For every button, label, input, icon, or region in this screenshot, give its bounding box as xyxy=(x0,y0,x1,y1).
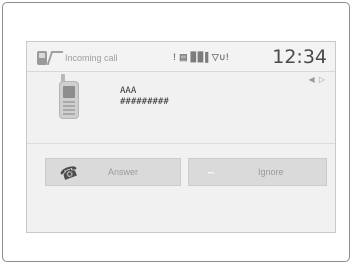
status-indicators: ! ▤ ▊▊▌▽∪! xyxy=(173,52,230,62)
phone-screen-shape xyxy=(63,86,75,98)
signal-wave-icon xyxy=(46,51,64,65)
corner-indicator-icon: ◀ ▷ xyxy=(308,75,326,84)
ignore-label: Ignore xyxy=(258,167,284,177)
answer-phone-icon: ☎ xyxy=(57,161,82,185)
phone-status-icon xyxy=(37,51,47,65)
display-bezel: Incoming call ! ▤ ▊▊▌▽∪! 12:34 ◀ ▷ AAA #… xyxy=(2,2,350,262)
status-bar: Incoming call ! ▤ ▊▊▌▽∪! 12:34 xyxy=(27,42,335,72)
incoming-call-screen: Incoming call ! ▤ ▊▊▌▽∪! 12:34 ◀ ▷ AAA #… xyxy=(26,41,336,233)
caller-number: ######### xyxy=(120,97,169,107)
answer-label: Answer xyxy=(108,167,139,177)
ignore-button[interactable]: ⌢ Ignore xyxy=(188,158,327,186)
status-title: Incoming call xyxy=(65,53,118,63)
mobile-phone-icon xyxy=(59,81,79,119)
phone-keypad-shape xyxy=(63,101,75,115)
answer-button[interactable]: ☎ Answer xyxy=(45,158,181,186)
clock: 12:34 xyxy=(272,46,327,68)
divider xyxy=(27,143,335,144)
caller-name: AAA xyxy=(120,86,137,96)
hang-up-icon: ⌢ xyxy=(207,165,215,179)
